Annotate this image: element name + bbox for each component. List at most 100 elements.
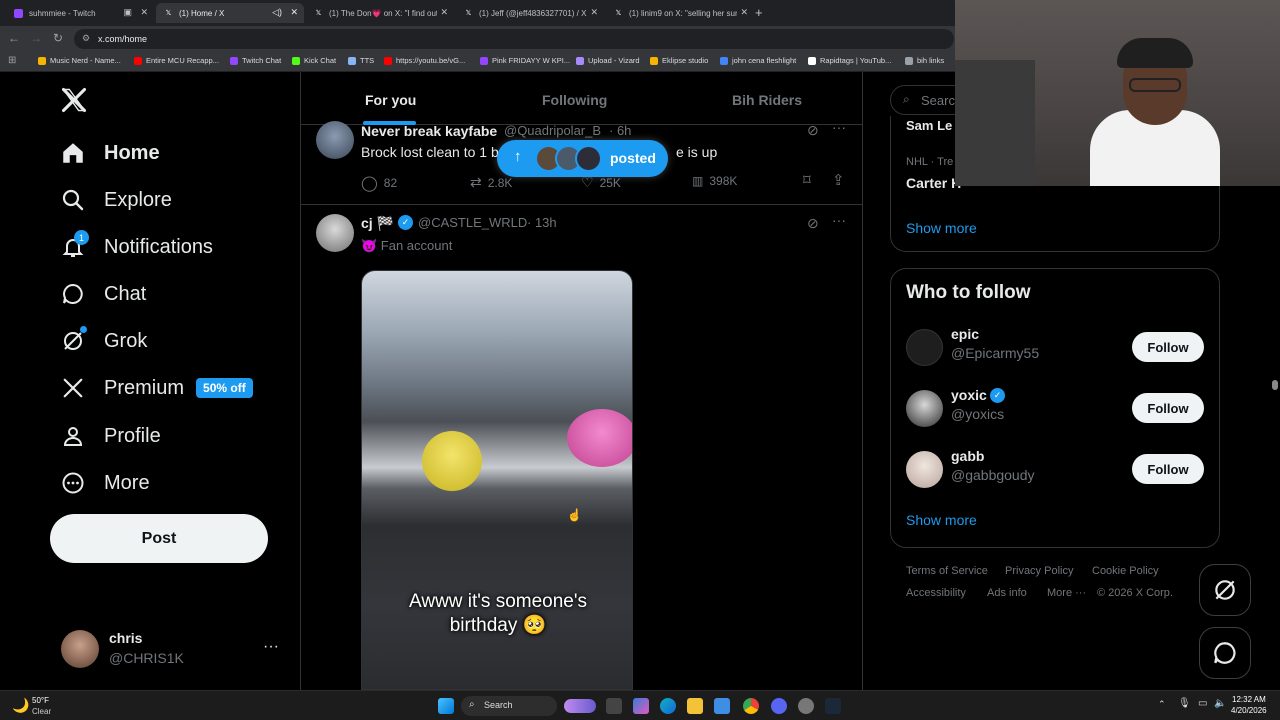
tweet-author[interactable]: cj 🏁 [361,215,394,232]
bookmark-item[interactable]: Pink FRIDAYY W KPI... [480,56,570,65]
tab-bih-riders[interactable]: Bih Riders [732,92,802,108]
tab-following[interactable]: Following [542,92,607,108]
bookmark-item[interactable]: Upload - Vizard [576,56,640,65]
grok-icon[interactable]: ⊘ [807,215,819,232]
browser-tab[interactable]: 𝕏 (1) The Don💗 on X: "I find out ✕ [306,3,454,23]
avatar[interactable] [906,451,943,488]
close-icon[interactable]: ✕ [140,7,148,18]
avatar[interactable] [906,390,943,427]
close-icon[interactable]: ✕ [440,7,448,18]
browser-tab[interactable]: 𝕏 (1) linim9 on X: "selling her sun ✕ [606,3,754,23]
footer-terms-link[interactable]: Terms of Service [906,565,988,577]
clock-date[interactable]: 4/20/2026 [1231,706,1267,715]
trend-name[interactable]: Sam Le [906,118,952,133]
follow-suggestion[interactable]: yoxic ✓ @yoxics Follow [906,385,1204,435]
clock-time[interactable]: 12:32 AM [1232,695,1266,704]
steam-icon[interactable] [825,698,841,714]
network-icon[interactable]: ▭ [1198,698,1207,709]
avatar[interactable] [316,214,354,252]
post-button[interactable]: Post [50,514,268,563]
bookmark-item[interactable]: Rapidtags | YouTub... [808,56,891,65]
tweet-time[interactable]: · 13h [527,215,557,230]
new-tab-button[interactable]: + [755,5,763,20]
grok-float-button[interactable] [1199,564,1251,616]
close-icon[interactable]: ✕ [740,7,748,18]
tweet-handle[interactable]: @CASTLE_WRLD [418,215,527,230]
bookmark-item[interactable]: https://youtu.be/vG... [384,56,465,65]
bookmark-item[interactable]: Twitch Chat [230,56,281,65]
taskbar-search[interactable]: ⌕ Search [461,696,557,716]
bookmark-icon[interactable]: ⌑ [803,171,811,189]
tab-for-you[interactable]: For you [365,92,416,108]
start-button[interactable] [438,698,454,714]
tweet-time[interactable]: · 6h [609,123,631,138]
browser-tab[interactable]: suhmmiee - Twitch ▣ ✕ [6,3,154,23]
sidebar-item-home[interactable]: Home [60,133,160,173]
sidebar-item-grok[interactable]: Grok [60,321,147,361]
x-logo-icon[interactable] [60,86,88,114]
discord-icon[interactable] [771,698,787,714]
footer-more-link[interactable]: More ··· [1047,587,1086,599]
follow-button[interactable]: Follow [1132,332,1204,362]
follow-suggestion[interactable]: epic @Epicarmy55 Follow [906,324,1204,374]
chrome-icon[interactable] [743,698,759,714]
task-view-icon[interactable] [606,698,622,714]
back-icon[interactable]: ← [8,31,20,45]
footer-accessibility-link[interactable]: Accessibility [906,587,966,599]
weather-temp[interactable]: 50°F [32,696,49,705]
bookmark-item[interactable]: Eklipse studio [650,56,708,65]
volume-icon[interactable]: 🔈 [1214,698,1226,709]
footer-privacy-link[interactable]: Privacy Policy [1005,565,1073,577]
new-posts-pill[interactable]: ↑ posted [497,140,668,177]
url-field[interactable]: ⚙ x.com/home [74,29,954,49]
follow-button[interactable]: Follow [1132,454,1204,484]
scrollbar-thumb[interactable] [1272,380,1278,390]
avatar[interactable] [316,121,354,159]
bookmark-item[interactable]: Entire MCU Recapp... [134,56,219,65]
close-icon[interactable]: ✕ [590,7,598,18]
sidebar-item-profile[interactable]: Profile [60,416,161,456]
forward-icon[interactable]: → [30,31,42,45]
browser-tab-active[interactable]: 𝕏 (1) Home / X ◁) ✕ [156,3,304,23]
tweet-video[interactable]: Awww it's someone's birthday 🥺 [361,270,633,690]
views-button[interactable]: ▥ 398K [692,174,737,188]
obs-icon[interactable] [798,698,814,714]
bookmark-item[interactable]: Music Nerd - Name... [38,56,121,65]
copilot-icon[interactable] [633,698,649,714]
bookmark-item[interactable]: Kick Chat [292,56,336,65]
tweet-author[interactable]: Never break kayfabe [361,123,497,139]
account-switcher[interactable]: chris @CHRIS1K ··· [50,620,290,676]
more-dots-icon[interactable]: ··· [832,119,846,135]
follow-suggestion[interactable]: gabb @gabbgoudy Follow [906,446,1204,496]
bookmark-item[interactable]: bih links [905,56,944,65]
account-name[interactable]: gabb [951,448,984,464]
footer-cookie-link[interactable]: Cookie Policy [1092,565,1159,577]
reply-button[interactable]: ◯ 82 [361,174,397,192]
more-dots-icon[interactable]: ··· [263,638,279,656]
bookmark-item[interactable]: TTS [348,56,374,65]
messages-float-button[interactable] [1199,627,1251,679]
bookmark-item[interactable]: john cena fleshlight [720,56,796,65]
sidebar-item-premium[interactable]: Premium 50% off [60,368,253,408]
sidebar-item-notifications[interactable]: 1 Notifications [60,227,213,267]
more-dots-icon[interactable]: ··· [832,212,846,228]
reload-icon[interactable]: ↻ [53,31,63,45]
share-icon[interactable]: ⇪ [832,171,845,189]
grok-icon[interactable]: ⊘ [807,122,819,139]
mute-icon[interactable]: ◁) [272,7,282,18]
file-explorer-icon[interactable] [687,698,703,714]
account-name[interactable]: epic [951,326,979,342]
chevron-up-icon[interactable]: ⌃ [1158,699,1166,710]
edge-icon[interactable] [660,698,676,714]
sidebar-item-explore[interactable]: Explore [60,180,172,220]
tweet[interactable]: cj 🏁 ✓ @CASTLE_WRLD · 13h ⊘ ··· 😈 Fan ac… [301,206,862,690]
microphone-icon[interactable]: 🎙 [1178,698,1191,709]
apps-icon[interactable]: ⊞ [8,55,16,66]
site-info-icon[interactable]: ⚙ [82,33,90,44]
store-icon[interactable] [714,698,730,714]
browser-tab[interactable]: 𝕏 (1) Jeff (@jeff4836327701) / X ✕ [456,3,604,23]
trend-name[interactable]: Carter H [906,175,961,191]
sidebar-item-chat[interactable]: Chat [60,274,146,314]
repost-button[interactable]: ⇄ 2.8K [470,174,512,191]
weather-desc[interactable]: Clear [32,707,51,716]
